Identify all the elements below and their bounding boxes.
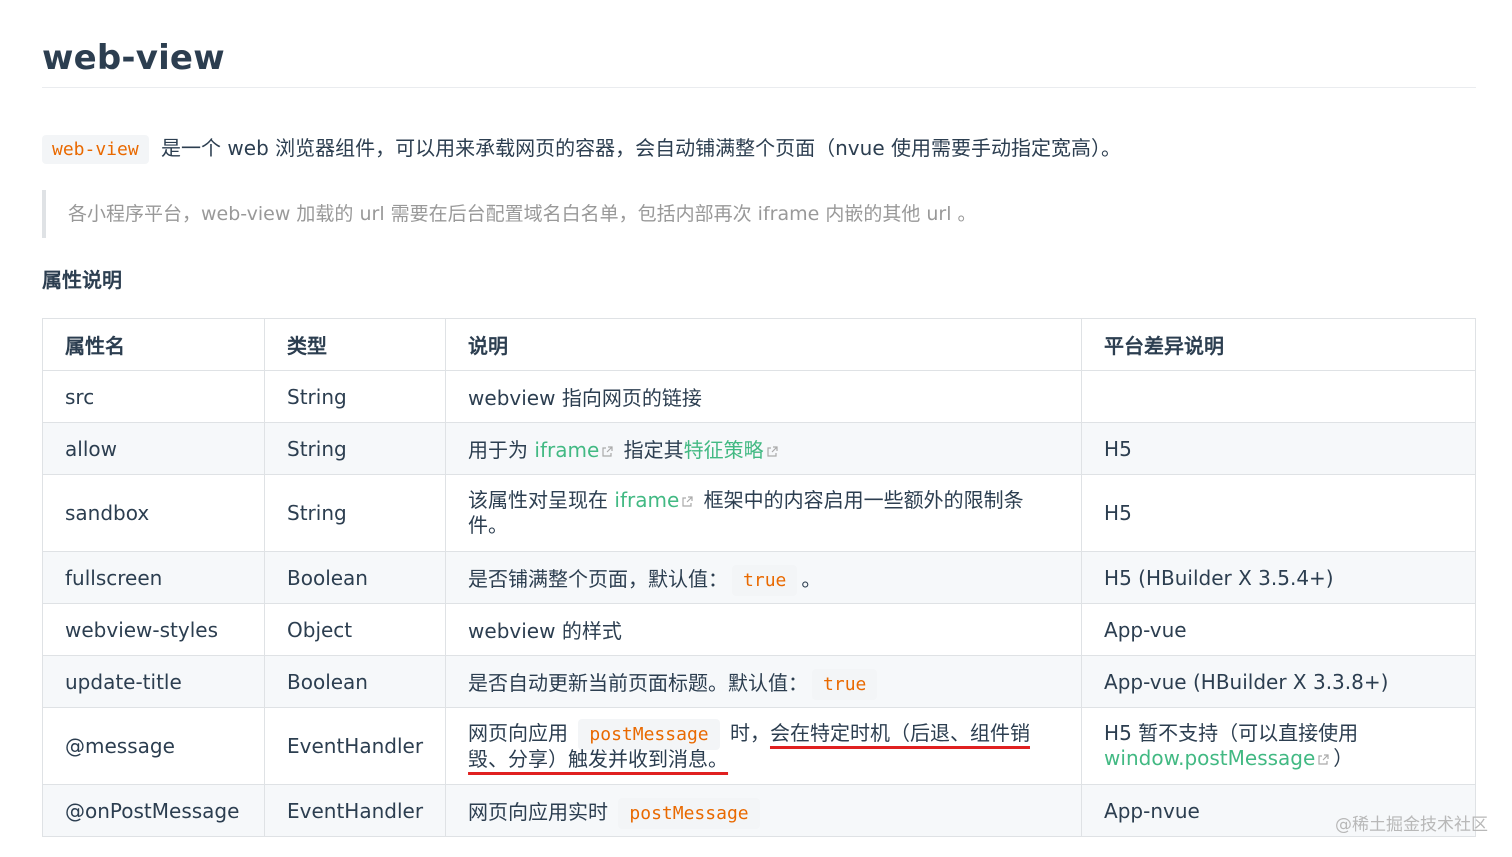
section-title: 属性说明 — [42, 268, 122, 292]
platform-text: ） — [1333, 746, 1354, 770]
cell-platform: H5 — [1081, 474, 1476, 552]
inline-code: postMessage — [578, 718, 720, 750]
cell-name: update-title — [42, 655, 265, 708]
iframe-link[interactable]: iframe — [614, 488, 679, 512]
desc-text: 是否自动更新当前页面标题。默认值： — [468, 671, 809, 695]
cell-name: webview-styles — [42, 603, 265, 656]
table-row: @onPostMessage EventHandler 网页向应用实时 post… — [42, 784, 1476, 837]
cell-type: Boolean — [263, 551, 447, 604]
table-row: src String webview 指向网页的链接 — [42, 370, 1476, 423]
table-row: allow String 用于为 iframe 指定其特征策略 H5 — [42, 422, 1476, 475]
header-description: 说明 — [445, 318, 1083, 371]
external-link-icon — [766, 446, 778, 458]
cell-platform — [1081, 370, 1476, 423]
intro-paragraph: web-view 是一个 web 浏览器组件，可以用来承载网页的容器，会自动铺满… — [42, 132, 1121, 164]
desc-text: 该属性对呈现在 — [468, 488, 615, 512]
external-link-icon — [601, 446, 613, 458]
desc-text: 用于为 — [468, 438, 535, 462]
cell-type: EventHandler — [263, 707, 447, 785]
desc-text: 是否铺满整个页面，默认值： — [468, 567, 729, 591]
cell-name: @message — [42, 707, 265, 785]
header-name: 属性名 — [42, 318, 265, 371]
header-platform: 平台差异说明 — [1081, 318, 1476, 371]
cell-type: String — [263, 474, 447, 552]
inline-code: web-view — [42, 135, 149, 164]
cell-description: 网页向应用实时 postMessage — [445, 784, 1083, 837]
cell-description: webview 的样式 — [445, 603, 1083, 656]
cell-description: 是否自动更新当前页面标题。默认值： true — [445, 655, 1083, 708]
cell-platform: H5 暂不支持（可以直接使用 window.postMessage ） — [1081, 707, 1476, 785]
platform-text: H5 暂不支持（可以直接使用 — [1104, 721, 1359, 745]
cell-name: src — [42, 370, 265, 423]
cell-type: EventHandler — [263, 784, 447, 837]
cell-description: 网页向应用 postMessage 时，会在特定时机（后退、组件销毁、分享）触发… — [445, 707, 1083, 785]
cell-platform: App-vue — [1081, 603, 1476, 656]
table-row: sandbox String 该属性对呈现在 iframe 框架中的内容启用一些… — [42, 474, 1476, 552]
table-row: update-title Boolean 是否自动更新当前页面标题。默认值： tr… — [42, 655, 1476, 708]
external-link-icon — [681, 496, 693, 508]
feature-policy-link[interactable]: 特征策略 — [684, 438, 764, 462]
cell-name: allow — [42, 422, 265, 475]
cell-type: String — [263, 422, 447, 475]
tip-blockquote: 各小程序平台，web-view 加载的 url 需要在后台配置域名白名单，包括内… — [42, 190, 1472, 238]
cell-platform: H5 — [1081, 422, 1476, 475]
title-divider — [42, 87, 1476, 88]
cell-type: String — [263, 370, 447, 423]
attribute-table: 属性名 类型 说明 平台差异说明 src String webview 指向网页… — [42, 318, 1476, 837]
inline-code: true — [732, 565, 798, 596]
desc-text: 时， — [723, 720, 770, 745]
cell-name: sandbox — [42, 474, 265, 552]
cell-type: Object — [263, 603, 447, 656]
window-postmessage-link[interactable]: window.postMessage — [1104, 746, 1315, 770]
header-type: 类型 — [263, 318, 447, 371]
cell-description: 用于为 iframe 指定其特征策略 — [445, 422, 1083, 475]
table-row: webview-styles Object webview 的样式 App-vu… — [42, 603, 1476, 656]
cell-platform: H5 (HBuilder X 3.5.4+) — [1081, 551, 1476, 604]
cell-description: 该属性对呈现在 iframe 框架中的内容启用一些额外的限制条件。 — [445, 474, 1083, 552]
table-row: @message EventHandler 网页向应用 postMessage … — [42, 707, 1476, 785]
iframe-link[interactable]: iframe — [534, 438, 599, 462]
cell-description: webview 指向网页的链接 — [445, 370, 1083, 423]
desc-text: 网页向应用实时 — [468, 800, 615, 824]
desc-text: 指定其 — [617, 438, 684, 462]
desc-text: 网页向应用 — [468, 720, 575, 745]
cell-type: Boolean — [263, 655, 447, 708]
external-link-icon — [1317, 754, 1329, 766]
cell-description: 是否铺满整个页面，默认值： true。 — [445, 551, 1083, 604]
page-title: web-view — [42, 38, 225, 78]
intro-text: 是一个 web 浏览器组件，可以用来承载网页的容器，会自动铺满整个页面（nvue… — [154, 136, 1121, 160]
inline-code: true — [812, 669, 878, 700]
table-row: fullscreen Boolean 是否铺满整个页面，默认值： true。 H5… — [42, 551, 1476, 604]
cell-platform: App-vue (HBuilder X 3.3.8+) — [1081, 655, 1476, 708]
cell-name: @onPostMessage — [42, 784, 265, 837]
cell-name: fullscreen — [42, 551, 265, 604]
watermark: @稀土掘金技术社区 — [1335, 815, 1488, 835]
inline-code: postMessage — [618, 798, 760, 829]
desc-text: 。 — [801, 567, 822, 591]
